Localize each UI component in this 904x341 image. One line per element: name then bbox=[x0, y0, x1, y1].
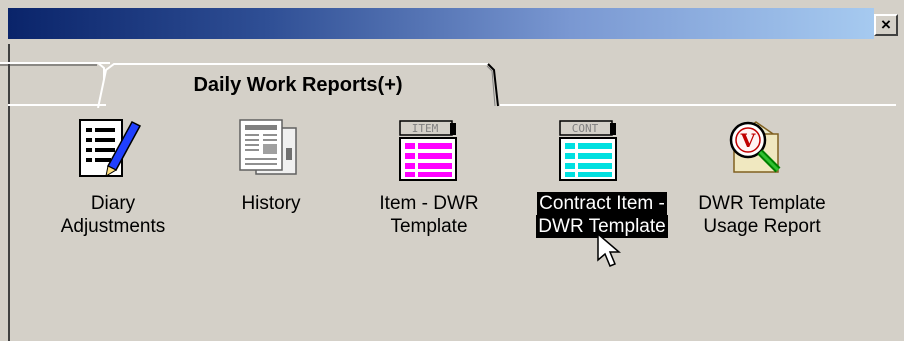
mouse-cursor-icon bbox=[597, 232, 623, 274]
icon-label-line1: Diary bbox=[90, 193, 136, 214]
usage-report-icon[interactable]: V bbox=[720, 114, 786, 183]
history-documents-icon[interactable] bbox=[238, 118, 302, 183]
title-bar: × bbox=[0, 0, 904, 44]
icon-label-line1: DWR Template bbox=[698, 193, 826, 214]
tab-previous-outline bbox=[0, 62, 105, 106]
icon-label-line2: Template bbox=[390, 216, 468, 237]
title-bar-gradient bbox=[8, 8, 874, 39]
contract-template-icon[interactable]: CONT bbox=[558, 120, 622, 187]
icon-label-line1: Contract Item - bbox=[537, 192, 667, 215]
item-badge-text: ITEM bbox=[412, 122, 439, 135]
icon-label-line2: Usage Report bbox=[703, 216, 821, 237]
icon-label-line1: Item - DWR bbox=[379, 193, 479, 214]
panel-top-edge-left bbox=[8, 104, 106, 106]
diary-edit-icon[interactable] bbox=[78, 116, 144, 185]
close-icon: × bbox=[881, 15, 891, 34]
icon-item-dwr-template[interactable]: Item - DWR Template bbox=[366, 192, 492, 238]
tab-label: Daily Work Reports(+) bbox=[193, 74, 403, 96]
cont-badge-text: CONT bbox=[572, 122, 599, 135]
icon-contract-item-dwr-template[interactable]: Contract Item - DWR Template bbox=[520, 192, 684, 238]
close-button[interactable]: × bbox=[874, 14, 898, 36]
icon-history[interactable]: History bbox=[216, 192, 326, 215]
tab-daily-work-reports[interactable]: Daily Work Reports(+) bbox=[96, 62, 500, 108]
icon-label-line1: History bbox=[241, 193, 301, 214]
icon-label-line2: Adjustments bbox=[60, 216, 166, 237]
panel-top-edge-right bbox=[500, 104, 896, 106]
icon-dwr-template-usage-report[interactable]: DWR Template Usage Report bbox=[684, 192, 840, 238]
icon-diary-adjustments[interactable]: Diary Adjustments bbox=[50, 192, 176, 238]
item-template-icon[interactable]: ITEM bbox=[398, 120, 462, 187]
svg-text:V: V bbox=[740, 130, 757, 152]
